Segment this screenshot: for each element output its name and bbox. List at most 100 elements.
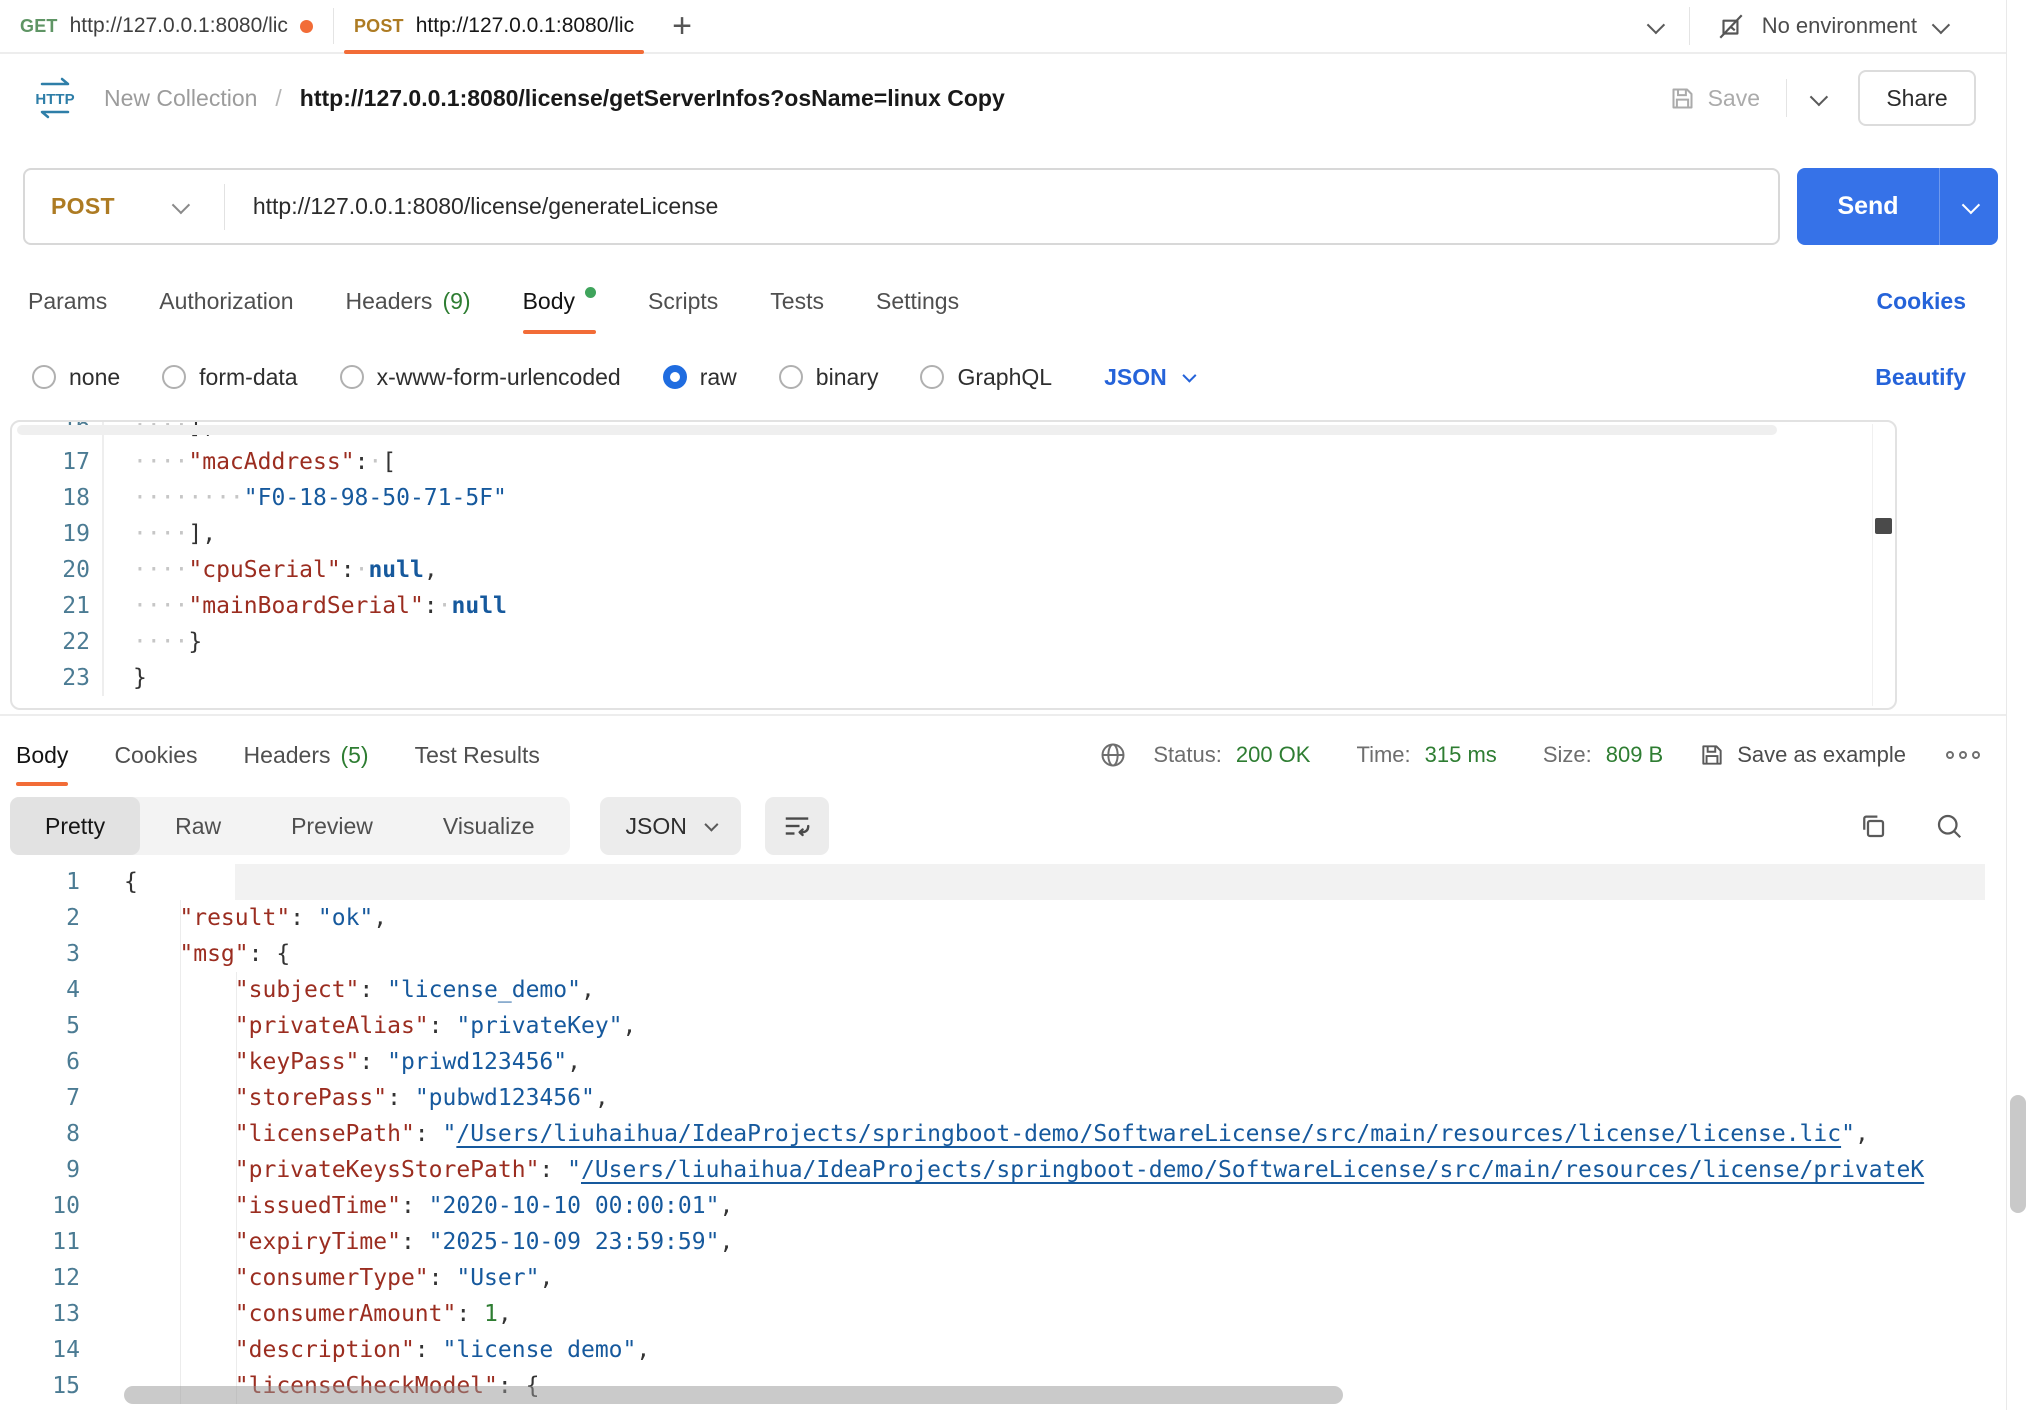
status-value[interactable]: 200 OK (1236, 742, 1311, 768)
view-visualize[interactable]: Visualize (408, 797, 570, 855)
leading-whitespace (124, 977, 235, 1003)
token-null: null (368, 557, 423, 583)
search-icon[interactable] (1934, 811, 1964, 841)
response-body-viewer[interactable]: 1{2 "result": "ok",3 "msg": {4 "subject"… (0, 862, 2006, 1410)
more-options-icon[interactable] (1946, 751, 1980, 759)
save-button[interactable]: Save (1669, 85, 1760, 112)
radio-raw[interactable] (663, 365, 687, 389)
radio-graphql[interactable] (920, 365, 944, 389)
wrap-lines-button[interactable] (765, 797, 829, 855)
radio-form-data[interactable] (162, 365, 186, 389)
view-pretty[interactable]: Pretty (10, 797, 140, 855)
wrap-lines-icon (782, 811, 812, 841)
view-raw[interactable]: Raw (140, 797, 256, 855)
line-number: 12 (0, 1260, 80, 1296)
horizontal-scrollbar-thumb[interactable] (124, 1386, 1343, 1404)
response-language-selector[interactable]: JSON (600, 797, 741, 855)
send-button[interactable]: Send (1797, 168, 1998, 245)
code-content: "privateAlias": "privateKey", (80, 1008, 1985, 1044)
breadcrumb-collection[interactable]: New Collection (104, 85, 257, 112)
line-number: 22 (12, 624, 104, 660)
token-punct: , (636, 1337, 650, 1363)
send-options-chevron-icon[interactable] (1940, 200, 1998, 213)
response-tab-headers[interactable]: Headers(5) (244, 716, 369, 794)
vertical-scrollbar-track (1872, 424, 1873, 706)
tab-label: Scripts (648, 288, 718, 315)
line-number: 23 (12, 660, 104, 696)
body-mode-binary[interactable]: binary (779, 364, 879, 391)
radio-none[interactable] (32, 365, 56, 389)
leading-whitespace: ···· (133, 449, 188, 475)
open-request-tab-post[interactable]: POSThttp://127.0.0.1:8080/lic (334, 0, 654, 52)
http-request-icon: HTTP (30, 75, 80, 121)
tab-label: Settings (876, 288, 959, 315)
token-punct: , (581, 977, 595, 1003)
request-tab-scripts[interactable]: Scripts (648, 262, 718, 340)
leading-whitespace: ···· (133, 557, 188, 583)
body-language-selector[interactable]: JSON (1104, 364, 1193, 391)
request-tab-settings[interactable]: Settings (876, 262, 959, 340)
copy-icon[interactable] (1858, 811, 1888, 841)
radio-binary[interactable] (779, 365, 803, 389)
save-as-example-button[interactable]: Save as example (1699, 742, 1906, 768)
method-selector[interactable]: POST (51, 193, 115, 220)
token-punct: , (595, 1085, 609, 1111)
request-tab-headers[interactable]: Headers(9) (346, 262, 471, 340)
body-mode-form-data[interactable]: form-data (162, 364, 297, 391)
network-globe-icon[interactable] (1099, 741, 1127, 769)
code-line: 1{ (0, 864, 1985, 900)
mode-label: GraphQL (957, 364, 1052, 391)
save-label: Save (1708, 85, 1760, 112)
code-content: "expiryTime": "2025-10-09 23:59:59", (80, 1224, 1985, 1260)
response-tab-test-results[interactable]: Test Results (415, 716, 540, 794)
request-tab-bar: GEThttp://127.0.0.1:8080/licPOSThttp://1… (0, 0, 2006, 54)
page-scrollbar-thumb[interactable] (2010, 1095, 2026, 1213)
body-mode-none[interactable]: none (32, 364, 120, 391)
token-punct: : (429, 1013, 457, 1039)
leading-whitespace: ···· (133, 521, 188, 547)
breadcrumb: HTTP New Collection / http://127.0.0.1:8… (0, 56, 2006, 140)
tab-list-chevron-icon[interactable] (1646, 15, 1664, 33)
url-input-container: POST http://127.0.0.1:8080/license/gener… (23, 168, 1780, 245)
tab-count-badge: (9) (442, 288, 470, 315)
response-tab-cookies[interactable]: Cookies (114, 716, 197, 794)
view-preview[interactable]: Preview (256, 797, 408, 855)
request-body-editor[interactable]: 16····],17····"macAddress":·[18········"… (10, 420, 1897, 710)
url-input[interactable]: http://127.0.0.1:8080/license/generateLi… (253, 193, 718, 220)
request-tab-authorization[interactable]: Authorization (159, 262, 293, 340)
code-line: 22····} (12, 624, 1869, 660)
tab-method-label: POST (354, 16, 404, 37)
environment-selector[interactable]: No environment (1690, 11, 1972, 41)
share-button[interactable]: Share (1858, 70, 1976, 126)
token-punct: , (1855, 1121, 1869, 1147)
open-request-tab-get[interactable]: GEThttp://127.0.0.1:8080/lic (0, 0, 333, 52)
body-mode-raw[interactable]: raw (663, 364, 737, 391)
body-mode-x-www-form-urlencoded[interactable]: x-www-form-urlencoded (340, 364, 621, 391)
response-tab-body[interactable]: Body (16, 716, 68, 794)
method-chevron-icon[interactable] (172, 196, 190, 214)
cookies-link[interactable]: Cookies (1877, 288, 1966, 315)
file-path-link[interactable]: /Users/liuhaihua/IdeaProjects/springboot… (456, 1121, 1841, 1147)
save-icon (1669, 85, 1696, 112)
body-mode-graphql[interactable]: GraphQL (920, 364, 1052, 391)
new-tab-button[interactable]: + (654, 0, 710, 52)
radio-x-www-form-urlencoded[interactable] (340, 365, 364, 389)
time-value[interactable]: 315 ms (1425, 742, 1497, 768)
leading-whitespace (124, 1085, 235, 1111)
horizontal-scrollbar-track[interactable] (17, 425, 1777, 435)
file-path-link[interactable]: /Users/liuhaihua/IdeaProjects/springboot… (581, 1157, 1924, 1183)
request-tab-tests[interactable]: Tests (770, 262, 824, 340)
code-line: 20····"cpuSerial":·null, (12, 552, 1869, 588)
vertical-scrollbar-thumb[interactable] (1875, 518, 1892, 534)
token-str: "license demo" (443, 1337, 637, 1363)
line-number: 8 (0, 1116, 80, 1152)
size-value[interactable]: 809 B (1606, 742, 1664, 768)
request-tab-body[interactable]: Body (523, 262, 596, 340)
beautify-link[interactable]: Beautify (1875, 364, 1966, 391)
code-content: "msg": { (80, 936, 1985, 972)
code-line: 2 "result": "ok", (0, 900, 1985, 936)
save-options-chevron-icon[interactable] (1811, 92, 1824, 105)
leading-whitespace (124, 1121, 235, 1147)
code-content: "issuedTime": "2020-10-10 00:00:01", (80, 1188, 1985, 1224)
request-tab-params[interactable]: Params (28, 262, 107, 340)
